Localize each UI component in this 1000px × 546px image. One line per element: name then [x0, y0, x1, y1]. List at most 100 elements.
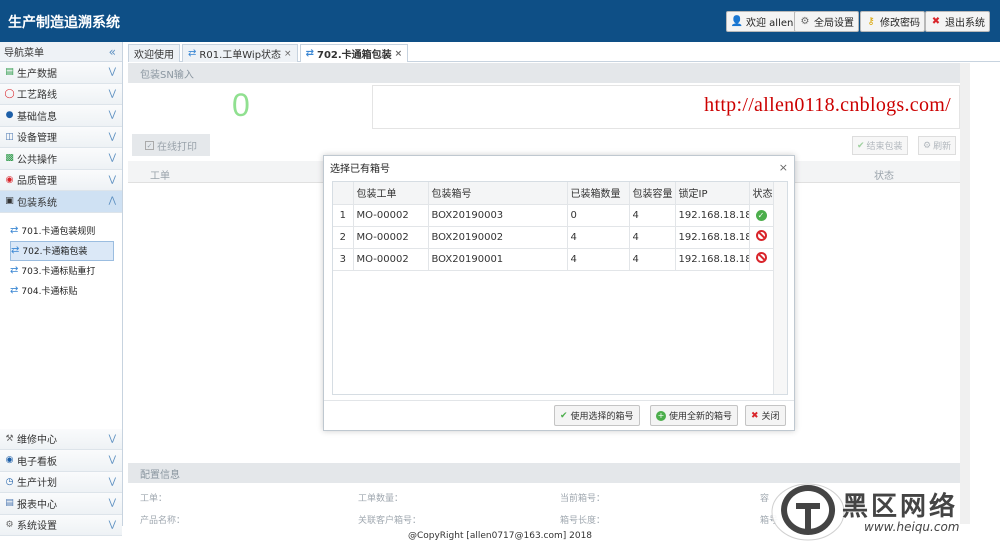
change-password-button[interactable]: ⚷ 修改密码 — [860, 11, 925, 32]
col-header-work-order: 工单 — [150, 171, 170, 182]
col-header-box[interactable]: 包装箱号 — [428, 182, 568, 205]
col-header-ip[interactable]: 锁定IP — [675, 182, 750, 205]
close-dialog-button[interactable]: ✖ 关闭 — [745, 405, 786, 426]
chevron-down-icon: ⋁ — [108, 131, 116, 142]
cell-status — [749, 248, 774, 271]
config-label-box-length: 箱号长度： — [560, 516, 606, 526]
sidebar-item-device-management[interactable]: ◫ 设备管理 ⋁ — [0, 126, 122, 148]
col-header-capacity[interactable]: 包装容量 — [629, 182, 676, 205]
wrench-icon: ⚒ — [5, 433, 14, 444]
col-header-order[interactable]: 包装工单 — [353, 182, 429, 205]
grid-scrollbar[interactable] — [773, 182, 787, 394]
cell-packed: 0 — [567, 204, 630, 227]
grid-icon: ▩ — [5, 153, 14, 164]
watermark-logo: 黑区网络 www.heiqu.com — [768, 478, 996, 542]
status-blocked-icon — [755, 252, 767, 263]
config-label-order-qty: 工单数量： — [358, 494, 404, 504]
exchange-icon: ⇄ — [11, 245, 20, 256]
close-icon: ✖ — [751, 410, 759, 421]
use-new-box-button[interactable]: + 使用全新的箱号 — [650, 405, 739, 426]
submenu-item-704[interactable]: ⇄ 704.卡通标贴 — [10, 281, 114, 301]
close-tab-icon[interactable]: × — [395, 49, 403, 59]
sidebar: 导航菜单 « ▤ 生产数据 ⋁ ◯ 工艺路线 ⋁ ● 基础信息 ⋁ ◫ 设备管理 ⋁ ▩… — [0, 42, 123, 536]
tab-r01-wip-status[interactable]: ⇄ R01.工单Wip状态 × — [182, 44, 298, 62]
welcome-user-button[interactable]: 👤 欢迎 allen — [726, 11, 799, 32]
config-label-customer-box: 关联客户箱号： — [358, 516, 422, 526]
sn-input-display[interactable]: http://allen0118.cnblogs.com/ — [372, 85, 960, 129]
cell-packed: 4 — [567, 226, 630, 249]
chevron-down-icon: ⋁ — [108, 88, 116, 99]
logout-button[interactable]: ✖ 退出系统 — [925, 11, 990, 32]
clock-icon: ◷ — [5, 476, 14, 487]
cell-ip: 192.168.18.188 — [675, 226, 750, 249]
copyright-text: @CopyRight [allen0717@163.com] 2018 — [407, 531, 593, 541]
blog-url: http://allen0118.cnblogs.com/ — [704, 94, 951, 116]
dialog-footer: ✔ 使用选择的箱号 + 使用全新的箱号 ✖ 关闭 — [324, 400, 794, 430]
sidebar-title: 导航菜单 — [4, 48, 44, 59]
sidebar-item-process-route[interactable]: ◯ 工艺路线 ⋁ — [0, 83, 122, 105]
table-row[interactable]: 1 MO-00002 BOX20190003 0 4 192.168.18.18… — [333, 204, 774, 227]
use-selected-box-button[interactable]: ✔ 使用选择的箱号 — [554, 405, 640, 426]
chevron-down-icon: ⋁ — [108, 433, 116, 444]
cell-status — [749, 226, 774, 249]
table-row[interactable]: 3 MO-00002 BOX20190001 4 4 192.168.18.18… — [333, 248, 774, 271]
cell-order: MO-00002 — [353, 248, 429, 271]
shield-icon: ◉ — [5, 174, 14, 185]
check-icon: ✔ — [560, 410, 568, 421]
sidebar-item-electronic-board[interactable]: ◉ 电子看板 ⋁ — [0, 450, 122, 472]
table-row[interactable]: 2 MO-00002 BOX20190002 4 4 192.168.18.18… — [333, 226, 774, 249]
device-icon: ◫ — [5, 131, 14, 142]
row-number: 2 — [333, 226, 354, 249]
refresh-button[interactable]: ⚙ 刷新 — [918, 136, 957, 155]
sidebar-item-quality-management[interactable]: ◉ 品质管理 ⋁ — [0, 169, 122, 191]
exchange-icon: ⇄ — [10, 225, 19, 236]
submenu-item-702[interactable]: ⇄ 702.卡通箱包装 — [10, 240, 114, 261]
finish-packing-button[interactable]: ✔ 结束包装 — [852, 136, 908, 155]
cell-status: ✓ — [749, 204, 774, 227]
packed-count: 0 — [232, 87, 250, 123]
tab-702-carton-packing[interactable]: ⇄ 702.卡通箱包装 × — [299, 44, 409, 62]
add-icon: + — [656, 410, 666, 421]
route-icon: ◯ — [4, 88, 15, 99]
sidebar-item-repair-center[interactable]: ⚒ 维修中心 ⋁ — [0, 428, 122, 450]
tab-welcome[interactable]: 欢迎使用 — [128, 44, 180, 62]
package-icon: ▣ — [5, 196, 14, 207]
watermark-title: 黑区网络 — [842, 492, 959, 522]
sidebar-item-report-center[interactable]: ▤ 报表中心 ⋁ — [0, 493, 122, 515]
col-header-packed[interactable]: 已装箱数量 — [567, 182, 630, 205]
chevron-down-icon: ⋁ — [108, 174, 116, 185]
board-icon: ◉ — [5, 455, 14, 466]
cell-order: MO-00002 — [353, 226, 429, 249]
config-label-current-box: 当前箱号： — [560, 494, 606, 504]
exit-icon: ✖ — [931, 16, 941, 27]
chevron-down-icon: ⋁ — [108, 476, 116, 487]
refresh-icon: ⚙ — [923, 140, 932, 151]
sidebar-header: 导航菜单 « — [0, 42, 122, 62]
cell-box: BOX20190001 — [428, 248, 568, 271]
sidebar-item-production-data[interactable]: ▤ 生产数据 ⋁ — [0, 62, 122, 84]
cell-order: MO-00002 — [353, 204, 429, 227]
sidebar-item-packaging-system[interactable]: ▣ 包装系统 ⋀ — [0, 191, 122, 213]
sidebar-item-basic-info[interactable]: ● 基础信息 ⋁ — [0, 105, 122, 127]
main-scrollbar[interactable] — [960, 63, 970, 524]
online-print-checkbox[interactable]: ✓ 在线打印 — [132, 134, 210, 156]
grid-header-row: 包装工单 包装箱号 已装箱数量 包装容量 锁定IP 状态 — [333, 182, 774, 205]
collapse-sidebar-icon[interactable]: « — [109, 45, 116, 59]
row-number: 1 — [333, 204, 354, 227]
col-header-status[interactable]: 状态 — [749, 182, 774, 205]
report-icon: ▤ — [5, 498, 14, 509]
global-settings-button[interactable]: ⚙ 全局设置 — [794, 11, 859, 32]
sidebar-item-public-operations[interactable]: ▩ 公共操作 ⋁ — [0, 148, 122, 170]
chevron-down-icon: ⋁ — [108, 498, 116, 509]
cell-packed: 4 — [567, 248, 630, 271]
dialog-title: 选择已有箱号 — [330, 163, 390, 175]
close-icon[interactable]: × — [779, 161, 788, 174]
sidebar-item-production-plan[interactable]: ◷ 生产计划 ⋁ — [0, 471, 122, 493]
select-box-dialog: 选择已有箱号 × 包装工单 包装箱号 已装箱数量 包装容量 锁定IP 状态 1 … — [323, 155, 795, 431]
chevron-down-icon: ⋁ — [108, 153, 116, 164]
row-number: 3 — [333, 248, 354, 271]
app-title: 生产制造追溯系统 — [8, 15, 120, 31]
submenu-item-703[interactable]: ⇄ 703.卡通标贴重打 — [10, 261, 114, 281]
close-tab-icon[interactable]: × — [284, 49, 292, 59]
submenu-item-701[interactable]: ⇄ 701.卡通包装规则 — [10, 221, 114, 241]
